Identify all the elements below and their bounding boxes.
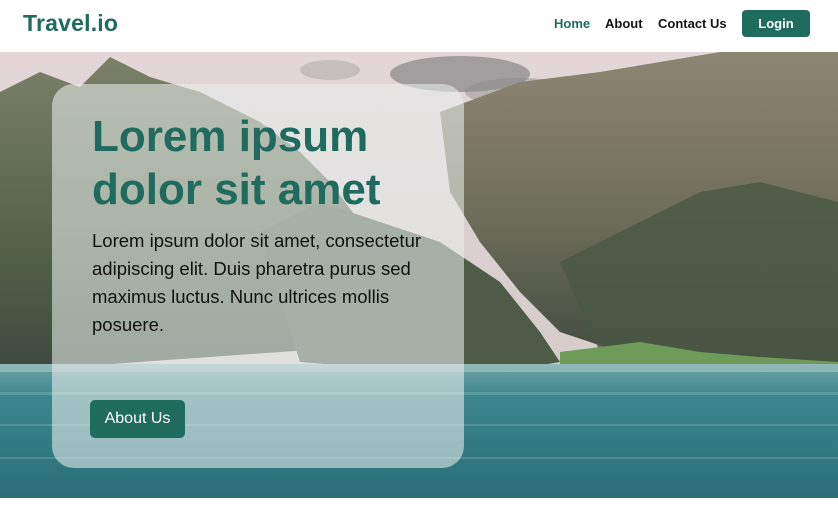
nav-about-link[interactable]: About xyxy=(605,16,643,31)
hero-description: Lorem ipsum dolor sit amet, consectetur … xyxy=(92,230,422,335)
nav-contact-link[interactable]: Contact Us xyxy=(658,16,727,31)
hero-title: Lorem ipsum dolor sit amet xyxy=(92,112,381,214)
nav-home-link[interactable]: Home xyxy=(554,16,590,31)
hero-section: Lorem ipsum dolor sit amet Lorem ipsum d… xyxy=(0,52,838,498)
hero-card: Lorem ipsum dolor sit amet Lorem ipsum d… xyxy=(52,84,464,468)
site-logo[interactable]: Travel.io xyxy=(23,10,118,37)
about-us-button[interactable]: About Us xyxy=(90,400,185,438)
site-header: Travel.io Home About Contact Us Login xyxy=(0,0,838,52)
login-button[interactable]: Login xyxy=(742,10,810,37)
